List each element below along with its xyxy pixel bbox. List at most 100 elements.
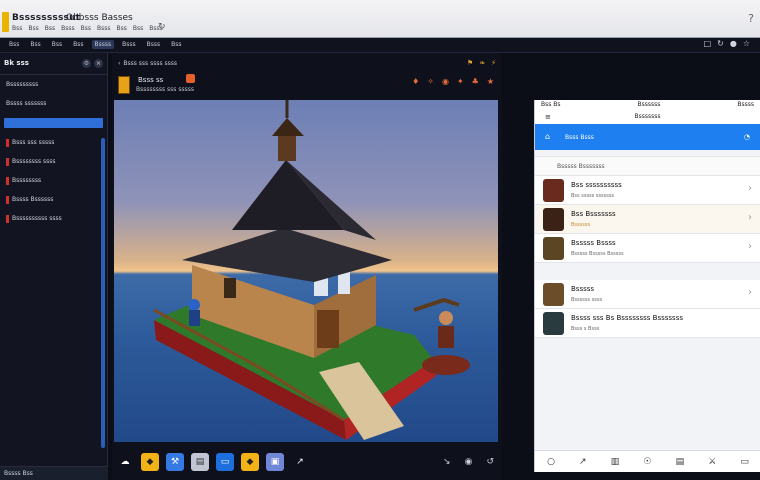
crumb-item[interactable]: Bsss bbox=[119, 40, 139, 49]
item-title: Bssss sss Bs Bssssssss Bsssssss bbox=[571, 314, 683, 322]
folder-tool-button[interactable]: ▭ bbox=[216, 453, 234, 471]
marker-icon bbox=[6, 176, 9, 185]
list-item[interactable]: Bss ssssssssss Bss sssss sssssss › bbox=[535, 176, 760, 205]
menu-item[interactable]: Bss bbox=[81, 25, 91, 32]
build-tool-button[interactable]: ⚒ bbox=[166, 453, 184, 471]
window-icon[interactable]: □ bbox=[704, 39, 712, 48]
sidebar-scrollbar[interactable] bbox=[101, 138, 105, 448]
roof-upper bbox=[232, 160, 344, 230]
sidebar-item[interactable]: Bssssssss bbox=[0, 171, 107, 190]
crumb-item-active[interactable]: Bssss bbox=[91, 40, 115, 49]
flag-icon[interactable]: ⚑ bbox=[467, 59, 473, 67]
file-icon bbox=[118, 76, 130, 94]
right-panel: Bss Bs Bssssss Bssss ≡ Bsssssss ⌂ Bsss B… bbox=[534, 100, 760, 472]
list-gap bbox=[535, 263, 760, 280]
character-shape bbox=[188, 299, 200, 311]
sidebar-item[interactable]: Bssss sssssss bbox=[0, 94, 107, 113]
sidebar-item-active[interactable] bbox=[4, 118, 103, 128]
refresh-icon[interactable]: ↻ bbox=[158, 22, 166, 32]
list-item[interactable]: Bssss sss Bs Bssssssss Bsssssss Bsss s B… bbox=[535, 309, 760, 338]
strip-right-tools: □ ↻ ● ☆ bbox=[704, 39, 750, 48]
grid-tool-button[interactable]: ▣ bbox=[266, 453, 284, 471]
home-icon: ⌂ bbox=[545, 132, 551, 141]
tool-strip: Bss Bss Bss Bss Bssss Bsss Bsss Bss □ ↻ … bbox=[0, 38, 760, 53]
crumb-item[interactable]: Bss bbox=[6, 40, 22, 49]
sidebar-item[interactable]: Bssss Bssssss bbox=[0, 190, 107, 209]
settings-icon[interactable]: ⚙ bbox=[82, 59, 91, 68]
help-icon[interactable]: ? bbox=[748, 12, 754, 25]
menu-item[interactable]: Bsss bbox=[97, 25, 111, 32]
status-left: Bss Bs bbox=[541, 101, 561, 108]
menu-item[interactable]: Bss bbox=[117, 25, 127, 32]
list-item[interactable]: Bsssss Bssssss ssss › bbox=[535, 280, 760, 309]
file-tools: ♦ ✧ ◉ ✦ ♣ ★ bbox=[412, 77, 494, 86]
badge-icon bbox=[186, 74, 195, 83]
book-icon[interactable]: ▥ bbox=[611, 457, 620, 467]
favorite-icon[interactable]: ★ bbox=[487, 77, 494, 86]
status-row: Bss Bs Bssssss Bssss bbox=[535, 100, 760, 110]
menu-item[interactable]: Bss bbox=[45, 25, 55, 32]
chevron-right-icon: › bbox=[748, 241, 752, 252]
diamond-tool-button[interactable]: ◆ bbox=[141, 453, 159, 471]
target-icon[interactable]: ◉ bbox=[442, 77, 449, 86]
list-tool-button[interactable]: ▤ bbox=[191, 453, 209, 471]
battle-icon[interactable]: ⚔ bbox=[708, 457, 716, 467]
crumb-item[interactable]: Bsss bbox=[144, 40, 164, 49]
sidebar-item[interactable]: Bssssssssss ssss bbox=[0, 209, 107, 228]
crumb-item[interactable]: Bss bbox=[49, 40, 65, 49]
share-icon[interactable]: ↗ bbox=[579, 457, 587, 467]
scene-viewport[interactable] bbox=[114, 100, 498, 442]
editor-header-tools: ⚑ ❧ ⚡ bbox=[467, 59, 496, 67]
leaf-icon[interactable]: ❧ bbox=[479, 59, 485, 67]
back-icon[interactable]: ‹ bbox=[118, 60, 120, 67]
sidebar-item-label: Bssssssss bbox=[12, 177, 42, 184]
crumb-item[interactable]: Bss bbox=[70, 40, 86, 49]
close-icon[interactable]: × bbox=[94, 59, 103, 68]
list-item[interactable]: Bsssss Bssss Bsssss Bsssss Bsssss › bbox=[535, 234, 760, 263]
status-mid: Bssssss bbox=[637, 101, 661, 108]
menu-item[interactable]: Bss bbox=[28, 25, 38, 32]
expand-tool-button[interactable]: ↗ bbox=[291, 453, 309, 471]
arrow-icon[interactable]: ↘ bbox=[443, 457, 451, 467]
sidebar-item[interactable]: Bsssssssss bbox=[0, 75, 107, 94]
menu-item[interactable]: Bss bbox=[12, 25, 22, 32]
editor-nav: ‹ Bsss sss ssss ssss bbox=[118, 59, 177, 67]
bell-icon[interactable]: ◔ bbox=[744, 133, 750, 141]
panel-bottom-nav: ○ ↗ ▥ ☉ ▤ ⚔ ▭ bbox=[535, 450, 760, 472]
sync-icon[interactable]: ↻ bbox=[717, 39, 724, 48]
sidebar-item[interactable]: Bssssssss ssss bbox=[0, 152, 107, 171]
list-item[interactable]: Bss Bsssssss Bssssss › bbox=[535, 205, 760, 234]
sidebar-item-label: Bssssssssss ssss bbox=[12, 215, 62, 222]
cloud-tool-button[interactable]: ☁ bbox=[116, 453, 134, 471]
editor-bottom-toolbar: ☁ ◆ ⚒ ▤ ▭ ◆ ▣ ↗ ↘ ◉ ↺ bbox=[112, 444, 502, 480]
star-icon[interactable]: ✦ bbox=[457, 77, 464, 86]
gem-tool-button[interactable]: ◆ bbox=[241, 453, 259, 471]
crumb-item[interactable]: Bss bbox=[27, 40, 43, 49]
crumb-item[interactable]: Bss bbox=[168, 40, 184, 49]
undo-icon[interactable]: ↺ bbox=[486, 457, 494, 467]
tree-icon[interactable]: ♣ bbox=[472, 77, 479, 86]
sidebar-item-label: Bssss Bssssss bbox=[12, 196, 54, 203]
menu-icon[interactable]: ≡ bbox=[545, 110, 551, 124]
record-icon[interactable]: ● bbox=[730, 39, 737, 48]
device-icon[interactable]: ▭ bbox=[740, 457, 749, 467]
fire-icon[interactable]: ♦ bbox=[412, 77, 419, 86]
camera-icon[interactable]: ◉ bbox=[465, 457, 473, 467]
star-icon[interactable]: ☆ bbox=[743, 39, 750, 48]
item-title: Bss ssssssssss bbox=[571, 181, 622, 189]
editor-header: ‹ Bsss sss ssss ssss ⚑ ❧ ⚡ bbox=[112, 53, 502, 73]
panel-active-bar[interactable]: ⌂ Bsss Bsss ◔ bbox=[535, 124, 760, 150]
character-shape bbox=[439, 311, 453, 325]
window-shape bbox=[224, 278, 236, 298]
sidebar-item[interactable]: Bsss sss sssss bbox=[0, 133, 107, 152]
marker-icon bbox=[6, 195, 9, 204]
menu-bar: Bss Bss Bss Bsss Bss Bsss Bss Bss Bsss bbox=[12, 25, 163, 32]
tower-roof bbox=[272, 118, 304, 136]
bolt-icon[interactable]: ⚡ bbox=[491, 59, 496, 67]
circle-icon[interactable]: ○ bbox=[547, 457, 555, 467]
search-icon[interactable]: ☉ bbox=[643, 457, 651, 467]
sparkle-icon[interactable]: ✧ bbox=[427, 77, 434, 86]
document-icon[interactable]: ▤ bbox=[676, 457, 685, 467]
menu-item[interactable]: Bss bbox=[133, 25, 143, 32]
menu-item[interactable]: Bsss bbox=[61, 25, 75, 32]
